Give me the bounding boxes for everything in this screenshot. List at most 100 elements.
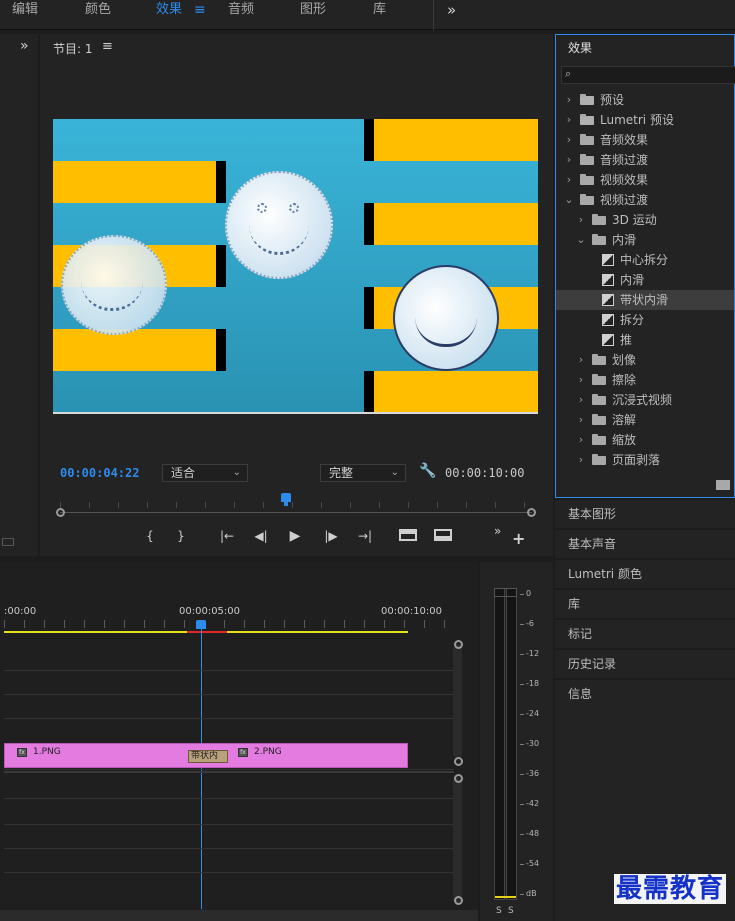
playback-quality-select[interactable]: 完整 ⌄ bbox=[320, 464, 406, 482]
mark-in-button[interactable]: { bbox=[140, 528, 160, 544]
chevron-right-icon[interactable]: › bbox=[576, 390, 586, 410]
folder-icon bbox=[580, 174, 594, 185]
hamburger-menu-icon[interactable]: ≡ bbox=[194, 0, 206, 20]
mark-out-button[interactable]: } bbox=[171, 528, 191, 544]
step-back-button[interactable]: ◀| bbox=[251, 528, 271, 544]
chevron-right-icon[interactable]: › bbox=[576, 210, 586, 230]
go-to-in-button[interactable]: |← bbox=[217, 528, 237, 544]
panel-essential-sound[interactable]: 基本声音 bbox=[555, 529, 735, 558]
step-forward-button[interactable]: |▶ bbox=[321, 528, 341, 544]
chevron-right-icon[interactable]: › bbox=[576, 410, 586, 430]
effects-tree-item[interactable]: › 缩放 bbox=[556, 430, 734, 450]
scrollbar-handle-top[interactable] bbox=[454, 774, 463, 783]
tab-graphics[interactable]: 图形 bbox=[300, 0, 326, 20]
add-button-icon[interactable]: + bbox=[512, 529, 525, 548]
program-monitor-title[interactable]: 节目: 1 bbox=[53, 40, 93, 57]
effects-tree-item[interactable]: 中心拆分 bbox=[556, 250, 734, 270]
overflow-chevron-icon[interactable]: » bbox=[447, 0, 456, 20]
effects-tree-item[interactable]: ⌄ 内滑 bbox=[556, 230, 734, 250]
tab-audio[interactable]: 音频 bbox=[228, 0, 254, 20]
effects-tree-item[interactable]: 拆分 bbox=[556, 310, 734, 330]
channel-label-left[interactable]: S bbox=[496, 906, 502, 916]
effects-tree-item[interactable]: 内滑 bbox=[556, 270, 734, 290]
effects-tree-item[interactable]: › 音频效果 bbox=[556, 130, 734, 150]
effects-panel-title[interactable]: 效果 bbox=[568, 39, 592, 56]
scrollbar-handle-bottom[interactable] bbox=[454, 896, 463, 905]
panel-menu-icon[interactable]: ≡ bbox=[102, 39, 113, 54]
transition-effect-icon bbox=[602, 274, 614, 286]
panel-essential-graphics[interactable]: 基本图形 bbox=[555, 499, 735, 528]
video-clip-track[interactable]: fx 1.PNG 带状内 fx 2.PNG bbox=[4, 743, 408, 768]
scrub-track[interactable] bbox=[60, 512, 532, 513]
effects-tree-item[interactable]: › 预设 bbox=[556, 90, 734, 110]
effects-search-input[interactable]: ⌕ bbox=[561, 66, 735, 84]
effects-tree-item[interactable]: › 溶解 bbox=[556, 410, 734, 430]
panel-info[interactable]: 信息 bbox=[555, 679, 735, 709]
video-tracks-scrollbar[interactable] bbox=[453, 644, 462, 758]
effects-tree-item[interactable]: 带状内滑 bbox=[556, 290, 734, 310]
chevron-right-icon[interactable]: › bbox=[576, 430, 586, 450]
effects-tree-item[interactable]: › 页面剥落 bbox=[556, 450, 734, 470]
left-panel: » bbox=[0, 34, 38, 556]
panel-libraries[interactable]: 库 bbox=[555, 589, 735, 618]
scrub-end-handle[interactable] bbox=[527, 508, 536, 517]
effects-tree-item[interactable]: › 音频过渡 bbox=[556, 150, 734, 170]
play-button[interactable]: ▶ bbox=[285, 528, 305, 544]
wrench-icon[interactable]: 🔧 bbox=[419, 463, 436, 479]
db-tick bbox=[520, 744, 524, 745]
panel-lumetri-color[interactable]: Lumetri 颜色 bbox=[555, 559, 735, 588]
channel-label-right[interactable]: S bbox=[508, 906, 514, 916]
lift-icon[interactable] bbox=[399, 529, 417, 541]
new-bin-folder-icon[interactable] bbox=[716, 480, 730, 490]
effects-tree-item[interactable]: › 3D 运动 bbox=[556, 210, 734, 230]
tab-color[interactable]: 颜色 bbox=[85, 0, 111, 20]
horizontal-scrollbar[interactable] bbox=[0, 910, 478, 921]
tab-libraries[interactable]: 库 bbox=[373, 0, 386, 20]
audio-tracks-scrollbar[interactable] bbox=[453, 778, 462, 902]
current-timecode[interactable]: 00:00:04:22 bbox=[60, 466, 139, 480]
chevron-right-icon[interactable]: › bbox=[564, 150, 574, 170]
folder-icon bbox=[592, 454, 606, 465]
overflow-chevron-icon[interactable]: » bbox=[494, 524, 501, 538]
transition-band-slide[interactable]: 带状内 bbox=[188, 750, 228, 763]
overflow-chevron-icon[interactable]: » bbox=[20, 38, 29, 54]
scrub-start-handle[interactable] bbox=[56, 508, 65, 517]
chevron-down-icon[interactable]: ⌄ bbox=[576, 230, 586, 250]
db-tick bbox=[520, 864, 524, 865]
tab-effects[interactable]: 效果 bbox=[156, 0, 182, 20]
effects-tree-item[interactable]: › 视频效果 bbox=[556, 170, 734, 190]
scrollbar-handle-bottom[interactable] bbox=[454, 757, 463, 766]
playhead-marker[interactable] bbox=[281, 493, 291, 502]
zoom-level-select[interactable]: 适合 ⌄ bbox=[162, 464, 248, 482]
chevron-right-icon[interactable]: › bbox=[564, 130, 574, 150]
effects-tree-item[interactable]: › 划像 bbox=[556, 350, 734, 370]
extract-icon[interactable] bbox=[434, 529, 452, 541]
go-to-out-button[interactable]: →| bbox=[355, 528, 375, 544]
effects-tree-item[interactable]: › 擦除 bbox=[556, 370, 734, 390]
video-audio-divider[interactable] bbox=[4, 771, 454, 773]
chevron-right-icon[interactable]: › bbox=[564, 170, 574, 190]
chevron-down-icon[interactable]: ⌄ bbox=[564, 190, 574, 210]
effects-tree-item[interactable]: 推 bbox=[556, 330, 734, 350]
transition-label: 带状内 bbox=[191, 751, 219, 761]
chevron-right-icon[interactable]: › bbox=[564, 110, 574, 130]
chevron-right-icon[interactable]: › bbox=[576, 450, 586, 470]
chevron-right-icon[interactable]: › bbox=[564, 90, 574, 110]
effects-tree-item[interactable]: ⌄ 视频过渡 bbox=[556, 190, 734, 210]
preset-folder-icon bbox=[580, 94, 594, 105]
chevron-right-icon[interactable]: › bbox=[576, 350, 586, 370]
panel-history[interactable]: 历史记录 bbox=[555, 649, 735, 678]
chevron-right-icon[interactable]: › bbox=[576, 370, 586, 390]
effects-tree-label: 沉浸式视频 bbox=[612, 393, 673, 407]
panel-markers[interactable]: 标记 bbox=[555, 619, 735, 648]
ruler-label-10s: 00:00:10:00 bbox=[381, 606, 443, 617]
db-label: -12 bbox=[526, 649, 540, 658]
effects-tree-item[interactable]: › Lumetri 预设 bbox=[556, 110, 734, 130]
band-edge bbox=[364, 119, 374, 161]
folder-icon bbox=[592, 414, 606, 425]
tab-edit[interactable]: 编辑 bbox=[12, 0, 38, 20]
effects-tree-item[interactable]: › 沉浸式视频 bbox=[556, 390, 734, 410]
divider bbox=[433, 0, 434, 30]
scrollbar-handle-top[interactable] bbox=[454, 640, 463, 649]
time-ruler-ticks[interactable] bbox=[4, 620, 454, 628]
